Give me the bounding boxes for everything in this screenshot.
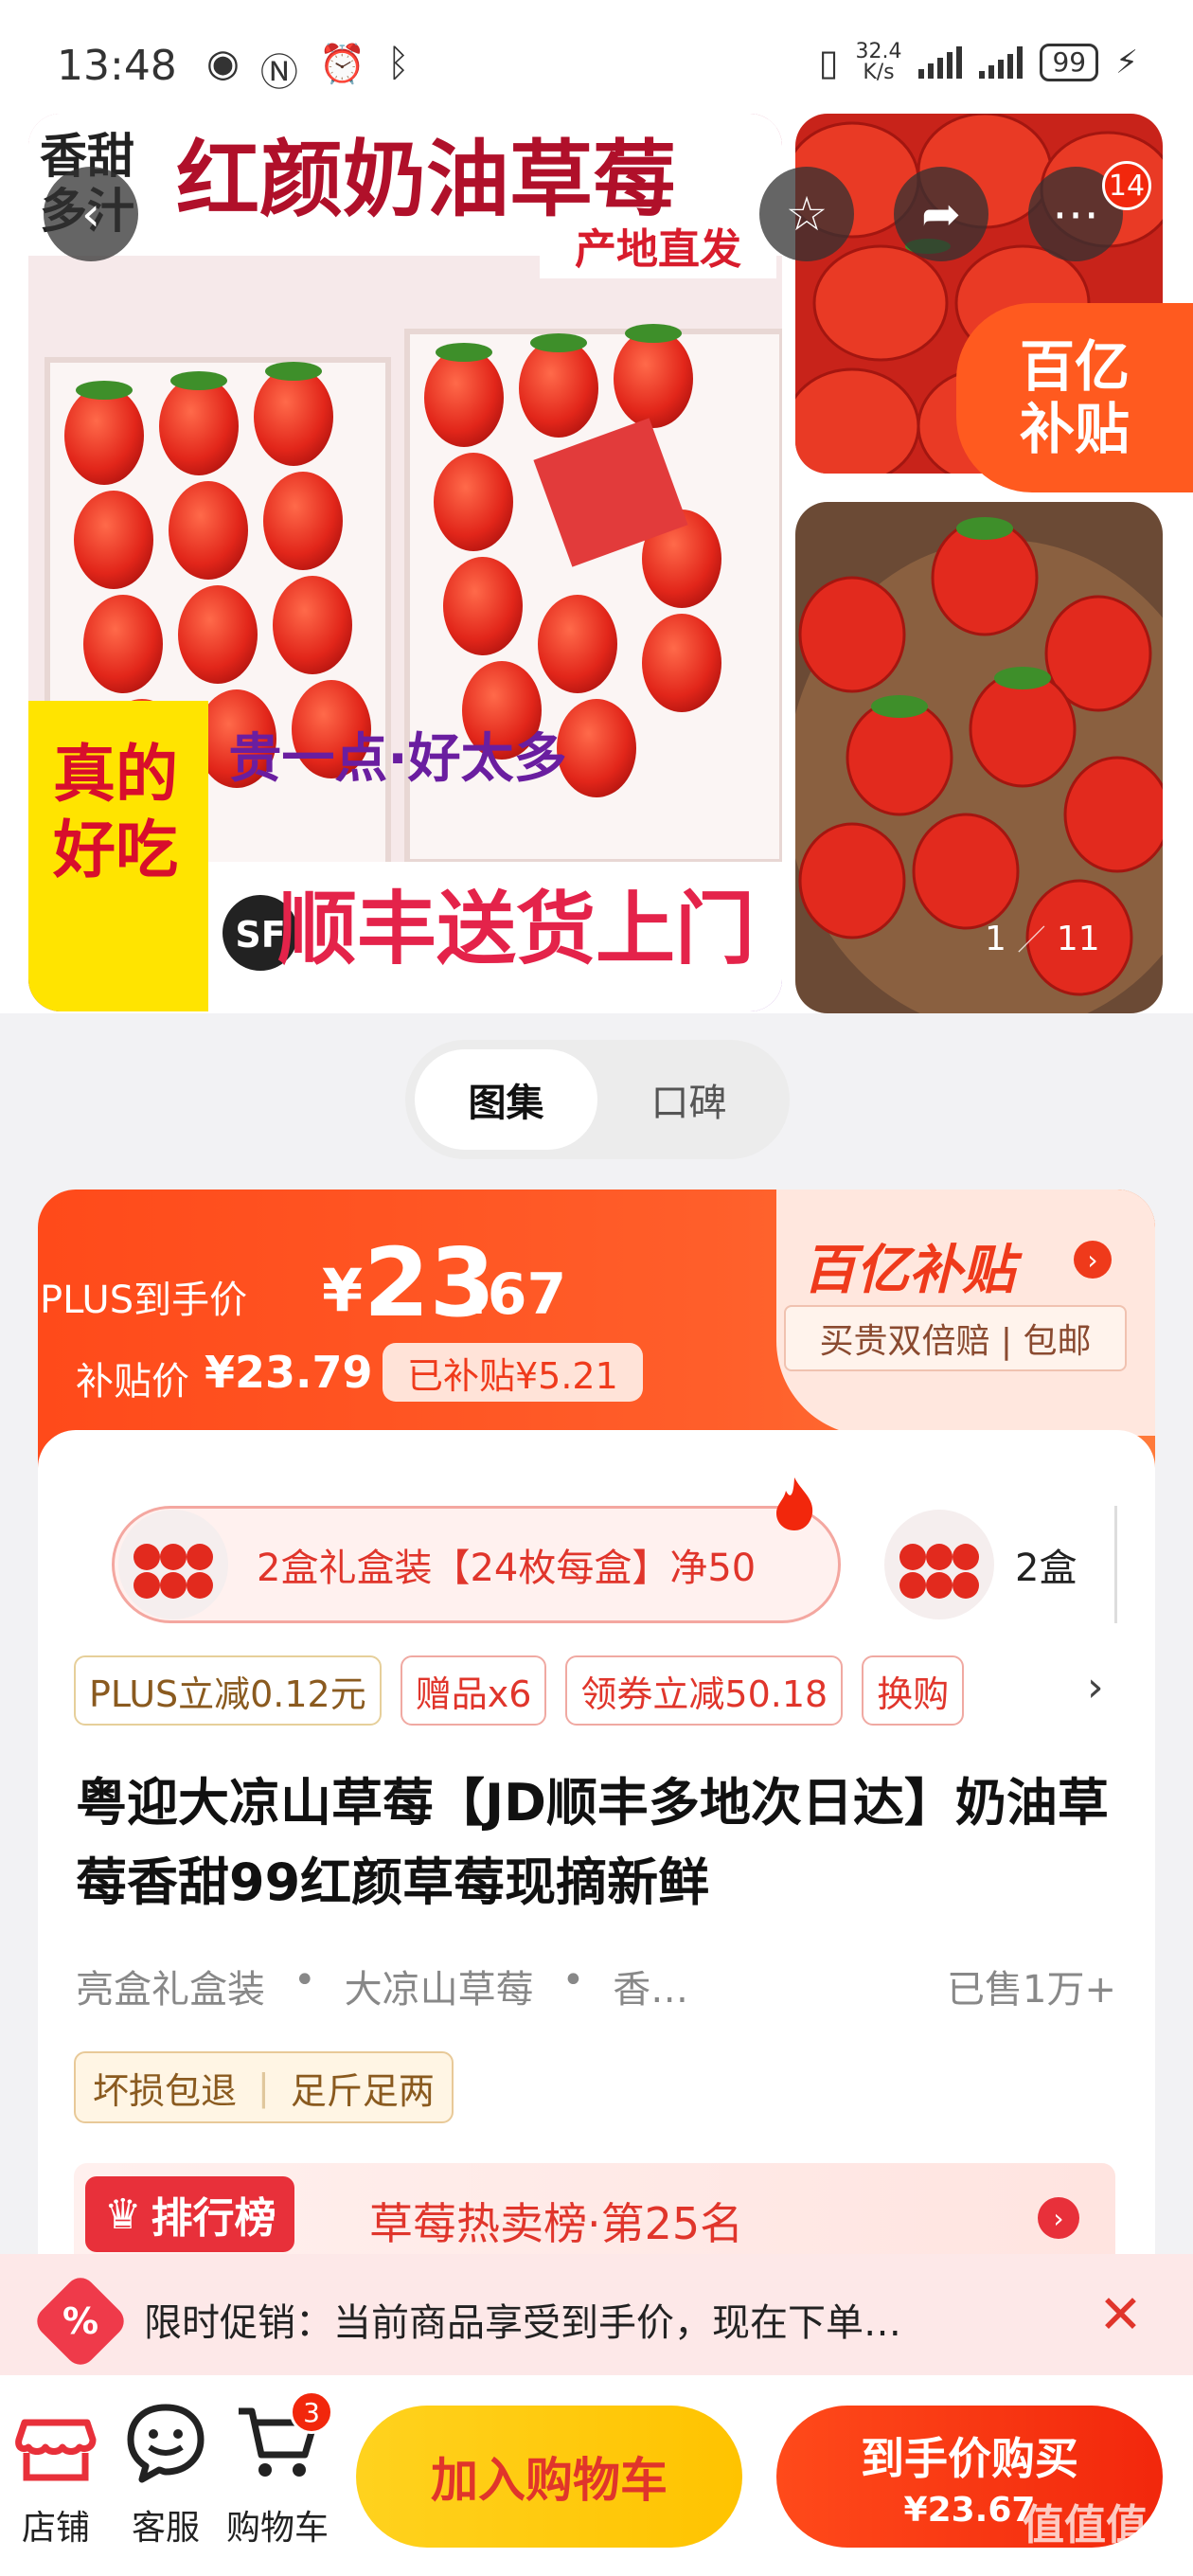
- discount-icon: %: [30, 2271, 131, 2371]
- alarm-icon: ⏰: [318, 43, 366, 86]
- chevron-right-icon[interactable]: ›: [1074, 1241, 1112, 1279]
- shop-button[interactable]: 店铺: [4, 2402, 108, 2549]
- ranking-badge: ♛ 排行榜: [85, 2176, 295, 2252]
- fire-icon: [776, 1477, 813, 1530]
- ranking-badge-label: 排行榜: [151, 2194, 276, 2243]
- subsidy-price: ¥23.79: [205, 1347, 373, 1398]
- signal-icon-2: [979, 46, 1024, 79]
- share-icon: ➦: [921, 187, 961, 242]
- bluetooth-icon: ᛒ: [386, 42, 410, 85]
- tab-gallery[interactable]: 图集: [415, 1049, 597, 1150]
- attribute-separator: •: [294, 1959, 316, 2002]
- attribute: 香…: [613, 1968, 689, 2012]
- subsidy-tag-line2: 补贴: [1019, 397, 1130, 461]
- vibrate-icon: ▯: [818, 42, 839, 83]
- back-button[interactable]: ‹: [44, 167, 138, 261]
- guarantee-item: 坏损包退: [93, 2069, 238, 2112]
- guarantee-divider: |: [258, 2066, 270, 2108]
- product-title: 粤迎大凉山草莓【JD顺丰多地次日达】奶油草莓香甜99红颜草莓现摘新鲜: [76, 1773, 1109, 1912]
- spec-option[interactable]: 2盒: [881, 1506, 1117, 1623]
- spec-option-selected[interactable]: 2盒礼盒装【24枚每盒】净50: [112, 1506, 841, 1623]
- net-speed-unit: K/s: [863, 61, 895, 84]
- trophy-icon: ♛: [104, 2190, 142, 2239]
- promo-tag-exchange[interactable]: 换购: [862, 1655, 965, 1726]
- cart-count-badge: 3: [290, 2390, 333, 2434]
- spec-thumbnail: [118, 1510, 228, 1619]
- main-product-image[interactable]: 红颜奶油草莓 产地直发 香甜 多汁 贵一点·好太多 真的 好吃 SF 顺丰送货上…: [28, 114, 782, 1011]
- add-to-cart-button[interactable]: 加入购物车: [356, 2406, 742, 2548]
- plus-price-yen: ¥: [322, 1256, 364, 1325]
- status-icons: ◉ Ⓝ ⏰ ᛒ: [206, 42, 410, 97]
- shop-label: 店铺: [21, 2509, 90, 2548]
- subsidy-tag-line1: 百亿: [1019, 334, 1130, 399]
- tab-reviews[interactable]: 口碑: [597, 1049, 780, 1150]
- watermark-url: zhizhizhi.com: [1026, 2548, 1142, 2567]
- promo-tag-coupon[interactable]: 领券立减50.18: [565, 1655, 844, 1726]
- share-button[interactable]: ➦: [894, 167, 988, 261]
- origin-text: 产地直发: [575, 225, 741, 274]
- sold-count: 已售1万+: [947, 1968, 1116, 2012]
- subsidy-price-label: 补贴价: [76, 1360, 189, 1404]
- page-current: 1: [985, 920, 1006, 958]
- net-speed: 32.4 K/s: [856, 42, 902, 83]
- plus-price-label: PLUS到手价: [40, 1279, 248, 1322]
- svg-text:好吃: 好吃: [52, 814, 178, 886]
- delivery-text: 顺丰送货上门: [277, 883, 755, 975]
- promo-tags: PLUS立减0.12元 赠品x6 领券立减50.18 换购: [74, 1655, 965, 1726]
- customer-service-label: 客服: [131, 2509, 200, 2548]
- buy-now-label: 到手价购买: [861, 2432, 1078, 2484]
- product-attributes[interactable]: 亮盒礼盒装 • 大凉山草莓 • 香…: [76, 1959, 688, 2013]
- buy-now-price: ¥23.67: [903, 2490, 1036, 2530]
- favorite-button[interactable]: ☆: [759, 167, 854, 261]
- status-time: 13:48: [57, 42, 177, 90]
- headline-text: 红颜奶油草莓: [176, 131, 676, 228]
- customer-service-button[interactable]: 客服: [114, 2402, 218, 2549]
- watermark-logo: 值值值: [1023, 2501, 1148, 2549]
- subsidy-tag[interactable]: 百亿 补贴: [956, 303, 1193, 492]
- billion-subsidy-title[interactable]: 百亿补贴: [803, 1227, 1015, 1304]
- plus-price-decimal: .67: [466, 1261, 567, 1328]
- service-guarantees[interactable]: 坏损包退 | 足斤足两: [74, 2051, 454, 2123]
- promo-tag-plus[interactable]: PLUS立减0.12元: [74, 1655, 382, 1726]
- chat-icon: [127, 2404, 205, 2483]
- svg-text:真的: 真的: [53, 738, 178, 811]
- chevron-left-icon: ‹: [81, 187, 100, 242]
- slogan-text: 贵一点·好太多: [228, 728, 566, 790]
- message-badge: 14: [1102, 161, 1151, 210]
- shop-icon: [15, 2419, 97, 2481]
- page-total: 11: [1056, 920, 1100, 958]
- charging-icon: ⚡: [1115, 44, 1138, 81]
- thumbnail-2[interactable]: [795, 502, 1163, 1013]
- discount-symbol: %: [62, 2300, 99, 2342]
- close-icon[interactable]: ✕: [1098, 2284, 1143, 2346]
- guarantee-item: 足斤足两: [290, 2069, 435, 2112]
- nfc-icon: Ⓝ: [259, 51, 298, 95]
- star-icon: ☆: [785, 187, 828, 242]
- ranking-text: 草莓热卖榜·第25名: [369, 2198, 744, 2249]
- eye-icon: ◉: [206, 42, 240, 85]
- chevron-right-icon[interactable]: ›: [1038, 2197, 1079, 2239]
- subsidy-guarantee[interactable]: 买贵双倍赔 | 包邮: [784, 1305, 1127, 1371]
- media-tab-switch: 图集 口碑: [405, 1040, 790, 1159]
- cart-label: 购物车: [225, 2509, 329, 2548]
- page-counter: 1 ／ 11: [985, 920, 1100, 958]
- spec-option-label: 2盒礼盒装【24枚每盒】净50: [257, 1547, 757, 1590]
- battery-icon: 99: [1040, 44, 1099, 81]
- chevron-right-icon[interactable]: ›: [1087, 1663, 1104, 1711]
- attribute-separator: •: [561, 1959, 585, 2002]
- spec-option-label: 2盒: [1015, 1547, 1077, 1590]
- spec-thumbnail: [884, 1510, 994, 1619]
- promotion-text: 限时促销：当前商品享受到手价，现在下单…: [144, 2301, 901, 2345]
- attribute: 亮盒礼盒装: [76, 1968, 265, 2012]
- more-icon: ⋯: [1052, 187, 1099, 242]
- status-right: ▯ 32.4 K/s 99 ⚡: [818, 42, 1138, 84]
- subsidized-amount: 已补贴¥5.21: [383, 1343, 643, 1402]
- attribute: 大凉山草莓: [344, 1968, 534, 2012]
- net-speed-value: 32.4: [855, 40, 902, 63]
- signal-icon: [918, 46, 963, 79]
- promo-tag-gift[interactable]: 赠品x6: [400, 1655, 547, 1726]
